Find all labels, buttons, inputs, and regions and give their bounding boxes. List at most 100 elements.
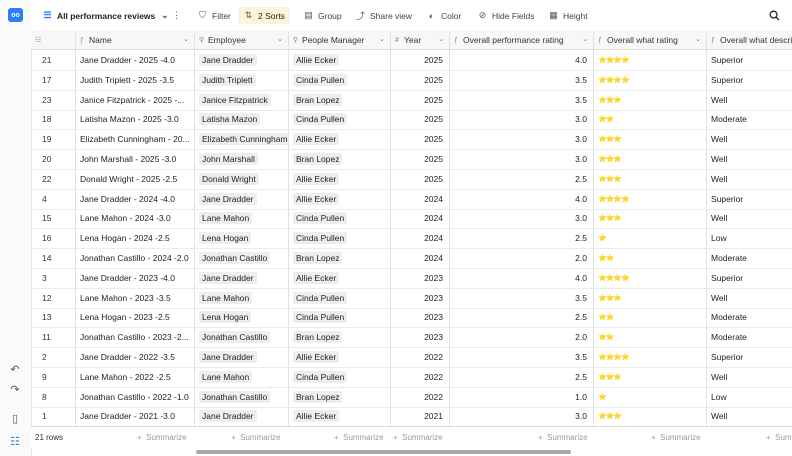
overall-what-rating-cell[interactable]: ⭐⭐ [594,109,707,130]
name-cell[interactable]: Jonathan Castillo - 2024 -2.0 [76,248,195,268]
people-manager-cell[interactable]: Cinda Pullen [289,228,391,249]
row-number[interactable]: 2 [31,347,76,367]
column-header-overall-performance-rating[interactable]: ƒ Overall performance rating ⌄ [450,31,594,49]
name-cell[interactable]: Jonathan Castillo - 2023 -2... [76,327,195,348]
year-cell[interactable]: 2021 [391,406,450,426]
group-button[interactable]: ▤ Group [303,7,341,24]
year-cell[interactable]: 2025 [391,109,450,130]
name-cell[interactable]: Jane Dradder - 2024 -4.0 [76,188,195,209]
overall-performance-rating-cell[interactable]: 3.0 [450,149,594,169]
employee-cell[interactable]: Jonathan Castillo [195,386,289,407]
overall-what-rating-cell[interactable]: ⭐⭐ [594,327,707,348]
redo-icon[interactable]: ↷ [8,382,22,396]
overall-performance-rating-cell[interactable]: 3.0 [450,406,594,426]
table-row[interactable]: 19 Elizabeth Cunningham - 20... Elizabeth … [31,129,792,151]
row-number[interactable]: 18 [31,109,76,130]
year-cell[interactable]: 2025 [391,89,450,110]
overall-what-description-cell[interactable]: Well [707,367,792,387]
employee-cell[interactable]: Jonathan Castillo [195,248,289,268]
row-number[interactable]: 14 [31,248,76,268]
employee-cell[interactable]: Jane Dradder [195,406,289,426]
employee-cell[interactable]: Lena Hogan [195,228,289,249]
year-cell[interactable]: 2025 [391,69,450,90]
people-manager-cell[interactable]: Cinda Pullen [289,287,391,308]
undo-icon[interactable]: ↶ [8,362,22,376]
table-row[interactable]: 4 Jane Dradder - 2024 -4.0 Jane Dradder All… [31,188,792,210]
overall-what-description-cell[interactable]: Moderate [707,109,792,129]
name-cell[interactable]: Jane Dradder - 2021 -3.0 [76,406,195,426]
overall-what-description-cell[interactable]: Superior [707,50,792,70]
employee-cell[interactable]: Donald Wright [195,168,289,189]
overall-what-rating-cell[interactable]: ⭐⭐⭐⭐ [594,69,707,90]
employee-cell[interactable]: Elizabeth Cunningham [195,129,289,150]
table-row[interactable]: 13 Lena Hogan - 2023 -2.5 Lena Hogan Cinda … [31,307,792,329]
table-row[interactable]: 22 Donald Wright - 2025 -2.5 Donald Wright… [31,168,792,190]
overall-performance-rating-cell[interactable]: 3.0 [450,109,594,130]
name-cell[interactable]: Janice Fitzpatrick - 2025 -... [76,89,195,110]
overall-what-rating-cell[interactable]: ⭐⭐⭐⭐ [594,188,707,209]
overall-performance-rating-cell[interactable]: 3.0 [450,129,594,150]
overall-what-rating-cell[interactable]: ⭐⭐ [594,248,707,268]
people-manager-cell[interactable]: Cinda Pullen [289,109,391,130]
name-cell[interactable]: Lena Hogan - 2024 -2.5 [76,228,195,249]
table-row[interactable]: 2 Jane Dradder - 2022 -3.5 Jane Dradder All… [31,347,792,368]
employee-cell[interactable]: Judith Triplett [195,69,289,90]
overall-what-description-cell[interactable]: Moderate [707,307,792,327]
chevron-down-icon[interactable]: ⌄ [582,35,588,43]
year-cell[interactable]: 2025 [391,168,450,189]
employee-cell[interactable]: Janice Fitzpatrick [195,89,289,110]
overall-what-rating-cell[interactable]: ⭐⭐⭐ [594,168,707,189]
filter-button[interactable]: ⛉ Filter [197,7,231,24]
employee-cell[interactable]: Lane Mahon [195,208,289,229]
chevron-down-icon[interactable]: ⌄ [277,35,283,43]
row-number[interactable]: 21 [31,50,76,70]
name-cell[interactable]: Donald Wright - 2025 -2.5 [76,168,195,189]
people-manager-cell[interactable]: Cinda Pullen [289,208,391,229]
year-cell[interactable]: 2023 [391,327,450,348]
overall-what-rating-cell[interactable]: ⭐ [594,228,707,249]
overall-performance-rating-cell[interactable]: 3.0 [450,208,594,229]
overall-performance-rating-cell[interactable]: 4.0 [450,267,594,288]
overall-what-description-cell[interactable]: Well [707,149,792,169]
table-row[interactable]: 3 Jane Dradder - 2023 -4.0 Jane Dradder All… [31,267,792,289]
overall-performance-rating-cell[interactable]: 2.0 [450,327,594,348]
name-cell[interactable]: Lane Mahon - 2023 -3.5 [76,287,195,308]
row-number[interactable]: 8 [31,386,76,407]
year-cell[interactable]: 2023 [391,287,450,308]
people-manager-cell[interactable]: Cinda Pullen [289,69,391,90]
year-cell[interactable]: 2025 [391,50,450,70]
employee-cell[interactable]: Jonathan Castillo [195,327,289,348]
employee-cell[interactable]: Lena Hogan [195,307,289,328]
name-cell[interactable]: Lane Mahon - 2024 -3.0 [76,208,195,229]
name-cell[interactable]: Lena Hogan - 2023 -2.5 [76,307,195,328]
overall-performance-rating-cell[interactable]: 4.0 [450,188,594,209]
year-cell[interactable]: 2025 [391,149,450,169]
year-cell[interactable]: 2024 [391,208,450,229]
row-number[interactable]: 12 [31,287,76,308]
people-manager-cell[interactable]: Allie Ecker [289,129,391,150]
overall-what-description-cell[interactable]: Superior [707,70,792,90]
table-row[interactable]: 17 Judith Triplett - 2025 -3.5 Judith Trip… [31,69,792,91]
overall-what-description-cell[interactable]: Moderate [707,248,792,268]
overall-performance-rating-cell[interactable]: 2.5 [450,228,594,249]
share-view-button[interactable]: ⤴ Share view [355,7,412,24]
overall-what-rating-cell[interactable]: ⭐⭐⭐ [594,149,707,169]
summarize-overall-what-description[interactable]: + Summarize [766,427,792,448]
table-row[interactable]: 9 Lane Mahon - 2022 -2.5 Lane Mahon Cinda P… [31,366,792,388]
people-manager-cell[interactable]: Cinda Pullen [289,307,391,328]
employee-cell[interactable]: Lane Mahon [195,366,289,387]
name-cell[interactable]: Jonathan Castillo - 2022 -1.0 [76,386,195,407]
row-number[interactable]: 13 [31,307,76,328]
column-header-employee[interactable]: ⚲ Employee ⌄ [195,31,289,49]
row-number[interactable]: 17 [31,69,76,90]
year-cell[interactable]: 2022 [391,366,450,387]
people-manager-cell[interactable]: Allie Ecker [289,347,391,367]
summarize-people-manager[interactable]: + Summarize [334,427,384,448]
overall-what-description-cell[interactable]: Well [707,406,792,426]
overall-what-description-cell[interactable]: Well [707,129,792,149]
year-cell[interactable]: 2025 [391,129,450,150]
table-row[interactable]: 16 Lena Hogan - 2024 -2.5 Lena Hogan Cinda … [31,228,792,250]
overall-performance-rating-cell[interactable]: 3.5 [450,69,594,90]
name-cell[interactable]: Elizabeth Cunningham - 20... [76,129,195,150]
overall-what-rating-cell[interactable]: ⭐⭐⭐⭐ [594,50,707,70]
